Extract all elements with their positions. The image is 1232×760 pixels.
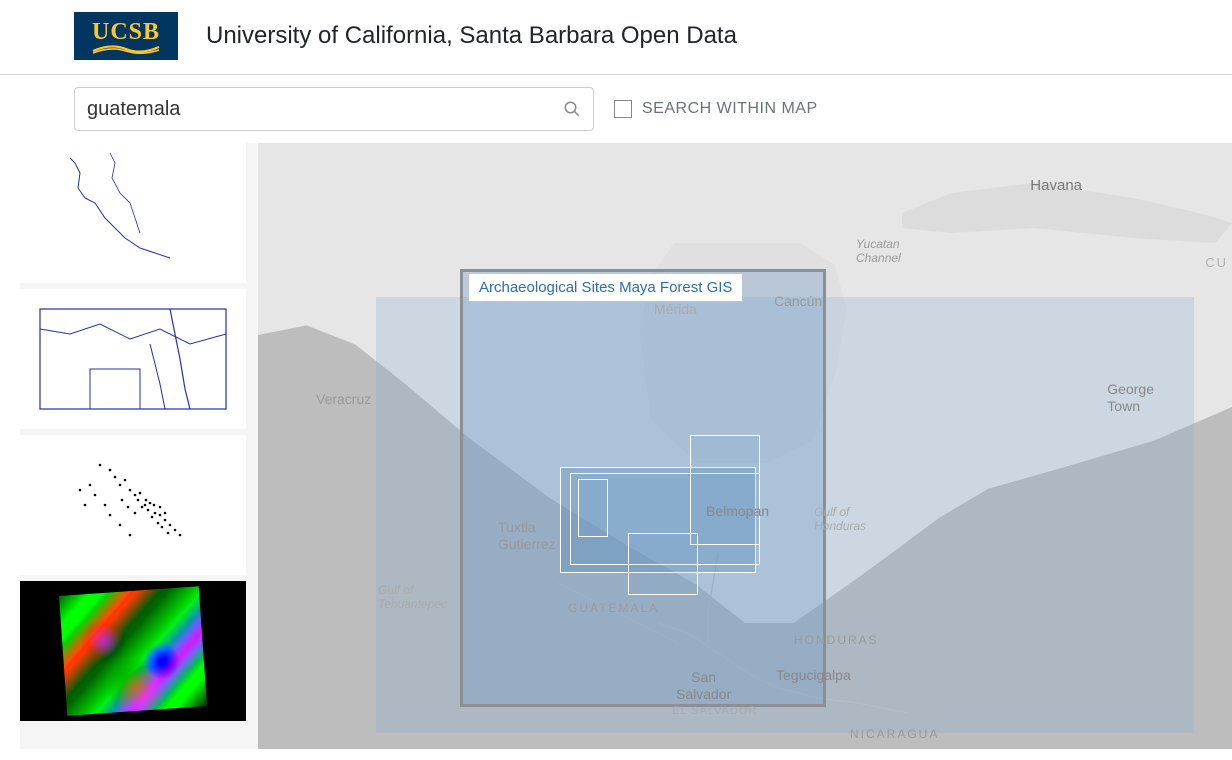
- map-label: EL SALVADOR: [672, 705, 757, 717]
- map-label: GUATEMALA: [568, 601, 659, 615]
- map-label: NICARAGUA: [850, 727, 939, 741]
- site-header: UCSB University of California, Santa Bar…: [0, 0, 1232, 75]
- result-thumbnail[interactable]: [20, 289, 246, 429]
- map-view[interactable]: Archaeological Sites Maya Forest GIS Hav…: [258, 143, 1232, 749]
- result-thumbnail[interactable]: [20, 581, 246, 721]
- map-label: HONDURAS: [794, 633, 879, 647]
- map-label: Tegucigalpa: [776, 667, 851, 683]
- map-label: Gulf ofTehuantepec: [378, 583, 447, 612]
- map-label: Veracruz: [316, 391, 371, 407]
- map-label: Gulf ofHonduras: [814, 505, 866, 534]
- search-box[interactable]: [74, 87, 594, 131]
- search-input[interactable]: [87, 98, 563, 121]
- result-thumbnail[interactable]: [20, 143, 246, 283]
- map-label: YucatanChannel: [856, 237, 901, 266]
- bbox-overlay[interactable]: [628, 533, 698, 595]
- ucsb-logo[interactable]: UCSB: [74, 12, 178, 60]
- result-thumbnail[interactable]: [20, 435, 246, 575]
- map-tooltip[interactable]: Archaeological Sites Maya Forest GIS: [468, 273, 743, 302]
- bbox-overlay[interactable]: [690, 435, 760, 545]
- bbox-overlay[interactable]: [578, 479, 608, 537]
- map-label: Cancún: [774, 293, 822, 309]
- logo-text: UCSB: [92, 19, 160, 46]
- map-label: CU: [1205, 255, 1228, 270]
- satellite-image-icon: [59, 586, 207, 715]
- map-label: SanSalvador: [676, 669, 731, 703]
- search-toolbar: SEARCH WITHIN MAP: [0, 75, 1232, 143]
- within-map-label: SEARCH WITHIN MAP: [642, 100, 818, 118]
- main-content: Archaeological Sites Maya Forest GIS Hav…: [20, 143, 1232, 749]
- map-label: Havana: [1030, 177, 1082, 194]
- search-icon[interactable]: [563, 100, 581, 118]
- results-sidebar: [20, 143, 258, 749]
- map-label: GeorgeTown: [1107, 381, 1154, 415]
- site-title: University of California, Santa Barbara …: [206, 22, 737, 50]
- map-label: TuxtlaGutierrez: [498, 519, 556, 553]
- map-label: Belmopan: [706, 503, 769, 519]
- within-map-checkbox[interactable]: [614, 100, 632, 118]
- search-within-map[interactable]: SEARCH WITHIN MAP: [614, 100, 818, 118]
- logo-swoosh-icon: [91, 44, 161, 54]
- map-label: Mérida: [654, 301, 697, 317]
